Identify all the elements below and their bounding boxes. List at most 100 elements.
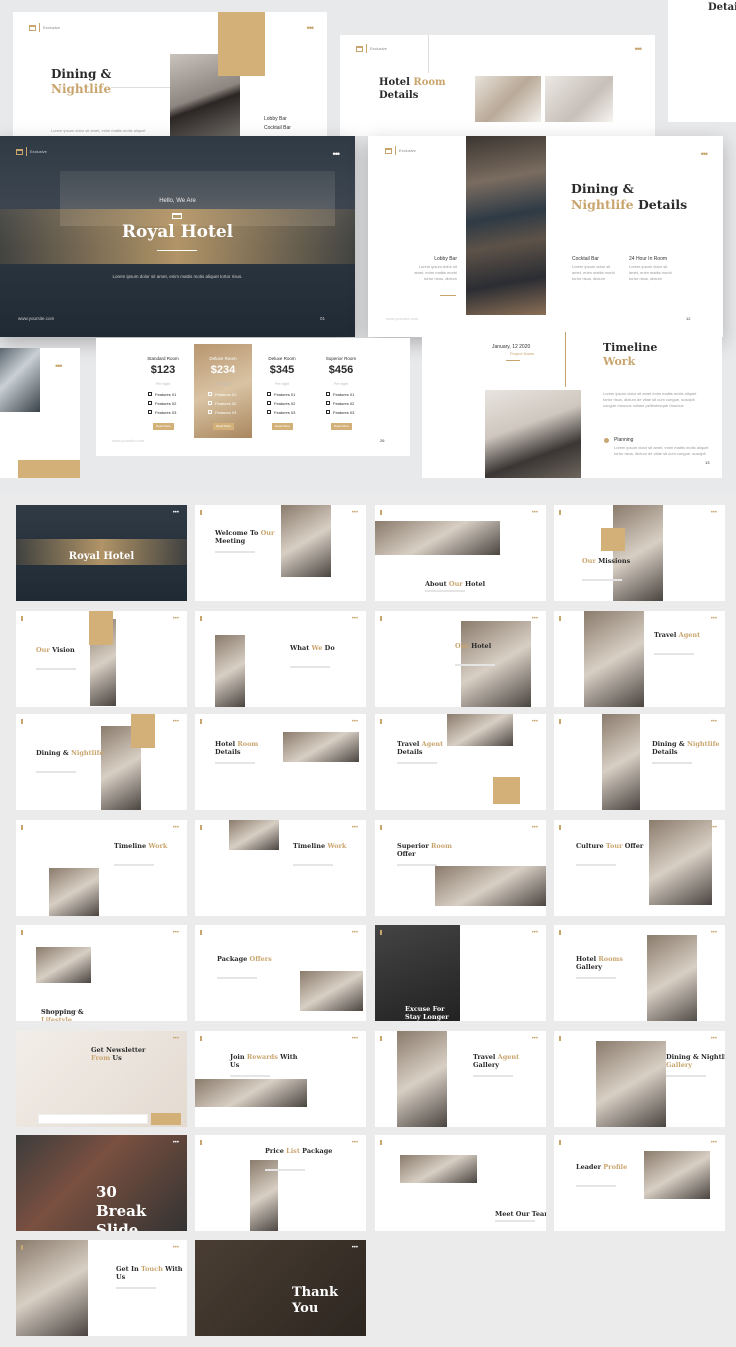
more-dots-icon[interactable]: ••• <box>711 616 717 622</box>
slide-thumbnail[interactable]: ••• About Our Hotel <box>375 505 546 601</box>
slide-thumbnail[interactable]: ••• Join Rewards With Us <box>195 1031 366 1127</box>
more-dots-icon[interactable]: ••• <box>701 150 709 159</box>
read-more-button[interactable]: Read More <box>213 423 234 430</box>
page-number: 12 <box>686 316 691 321</box>
more-dots-icon[interactable]: ••• <box>173 616 179 622</box>
read-more-button[interactable]: Read More <box>153 423 174 430</box>
slide-thumbnail[interactable]: ••• Meet Our Team <box>375 1135 546 1231</box>
subscribe-button[interactable] <box>151 1113 181 1125</box>
more-dots-icon[interactable]: ••• <box>635 45 643 54</box>
title-accent: Agent <box>497 1053 520 1061</box>
brand-text: Exclusive <box>370 46 387 51</box>
more-dots-icon[interactable]: ••• <box>711 510 717 516</box>
slide-thumbnail[interactable]: ••• Superior Room Offer <box>375 820 546 916</box>
more-dots-icon[interactable]: ••• <box>711 719 717 725</box>
slide-thumbnail[interactable]: ••• What We Do <box>195 611 366 707</box>
more-dots-icon[interactable]: ••• <box>173 1036 179 1042</box>
slide-thumbnail[interactable]: ••• Get Newsletter From Us <box>16 1031 187 1127</box>
more-dots-icon[interactable]: ••• <box>173 825 179 831</box>
slide-thumbnail[interactable]: ••• Royal Hotel <box>16 505 187 601</box>
slide-thumbnail[interactable]: ••• Travel Agent Details <box>375 714 546 810</box>
more-dots-icon[interactable]: ••• <box>352 719 358 725</box>
slide-thumbnail[interactable]: ••• Package Offers <box>195 925 366 1021</box>
more-dots-icon[interactable]: ••• <box>711 930 717 936</box>
room-photo <box>545 76 613 122</box>
slide-thumbnail[interactable]: ••• Hotel Room Details <box>195 714 366 810</box>
slide-thumbnail[interactable]: ••• Hotel Rooms Gallery <box>554 925 725 1021</box>
slide-thumbnail[interactable]: ••• Dining & Nightlife Details <box>554 714 725 810</box>
more-dots-icon[interactable]: ••• <box>55 362 63 371</box>
title-accent: Our <box>448 580 463 588</box>
more-dots-icon[interactable]: ••• <box>711 1036 717 1042</box>
title-part: Details <box>215 748 241 757</box>
more-dots-icon[interactable]: ••• <box>532 719 538 725</box>
more-dots-icon[interactable]: ••• <box>532 1036 538 1042</box>
read-more-button[interactable]: Read More <box>331 423 352 430</box>
slide-thumbnail[interactable]: ••• Dining & Nightlife Gallery <box>554 1031 725 1127</box>
slide-thumbnail[interactable]: ••• Travel Agent <box>554 611 725 707</box>
slide-photo <box>375 521 500 555</box>
slide-thumbnail[interactable]: ••• Timeline Work <box>195 820 366 916</box>
more-dots-icon[interactable]: ••• <box>307 24 315 33</box>
slide-thumbnail[interactable]: ••• Price List Package <box>195 1135 366 1231</box>
slide-timeline[interactable]: January, 12 2020 Project Name Timeline Wo… <box>422 330 722 478</box>
slide-thumbnail[interactable]: ••• Shopping & Lifestyle <box>16 925 187 1021</box>
more-dots-icon[interactable]: ••• <box>711 825 717 831</box>
slide-thumbnail[interactable]: ••• Our Missions <box>554 505 725 601</box>
slide-room-details[interactable]: Exclusive ••• Hotel Room Details <box>340 35 655 136</box>
more-dots-icon[interactable]: ••• <box>711 1140 717 1146</box>
slide-thumbnail[interactable]: ••• Travel Agent Gallery <box>375 1031 546 1127</box>
more-dots-icon[interactable]: ••• <box>173 1245 179 1251</box>
slide-thumbnail[interactable]: ••• 30 Break Slide <box>16 1135 187 1231</box>
slide-dining[interactable]: Exclusive ••• Dining & Nightlife Lobby Ba… <box>13 12 327 136</box>
slide-hero[interactable]: Exclusive ••• Hello, We Are Royal Hotel … <box>0 136 355 337</box>
slide-thumbnail[interactable]: ••• Timeline Work <box>16 820 187 916</box>
more-dots-icon[interactable]: ••• <box>352 1036 358 1042</box>
more-dots-icon[interactable]: ••• <box>333 150 341 159</box>
more-dots-icon[interactable]: ••• <box>173 719 179 725</box>
feature-label: Features 03 <box>274 410 296 415</box>
body-text-placeholder <box>397 864 437 866</box>
thumbnail-title: Travel Agent Details <box>397 740 467 756</box>
more-dots-icon[interactable]: ••• <box>532 1140 538 1146</box>
more-dots-icon[interactable]: ••• <box>532 616 538 622</box>
more-dots-icon[interactable]: ••• <box>352 1140 358 1146</box>
more-dots-icon[interactable]: ••• <box>352 616 358 622</box>
feature-label: Features 01 <box>215 392 237 397</box>
brand-logo <box>200 825 210 830</box>
slide-thumbnail[interactable]: ••• Dining & Nightlife <box>16 714 187 810</box>
slide-partial[interactable]: Detai <box>668 0 736 122</box>
more-dots-icon[interactable]: ••• <box>352 930 358 936</box>
slide-title: Detai <box>708 2 736 13</box>
slide-dining-details[interactable]: Exclusive ••• Dining & Nightlife Details … <box>368 136 723 337</box>
brand-logo <box>200 719 210 724</box>
body-text-placeholder <box>576 1185 616 1187</box>
email-input[interactable] <box>38 1114 148 1124</box>
slide-thumbnail[interactable]: ••• Culture Tour Offer <box>554 820 725 916</box>
more-dots-icon[interactable]: ••• <box>173 930 179 936</box>
more-dots-icon[interactable]: ••• <box>352 510 358 516</box>
slide-thumbnail[interactable]: ••• Leader Profile <box>554 1135 725 1231</box>
item-label: Cocktail Bar <box>264 125 291 131</box>
more-dots-icon[interactable]: ••• <box>532 510 538 516</box>
slide-thumbnail[interactable]: ••• Welcome To Our Meeting <box>195 505 366 601</box>
slide-pricing[interactable]: Standard Room $123 Per night Features 01 F… <box>96 338 410 456</box>
body-text-placeholder <box>495 1220 535 1222</box>
slide-thumbnail[interactable]: ••• Thank You <box>195 1240 366 1336</box>
slide-thumbnail[interactable]: ••• Our Hotel <box>375 611 546 707</box>
slide-photo <box>195 1079 307 1107</box>
slide-thumbnail[interactable]: ••• Excuse For Stay Longer <box>375 925 546 1021</box>
read-more-button[interactable]: Read More <box>272 423 293 430</box>
gold-block <box>18 460 80 478</box>
hero-greeting: Hello, We Are <box>159 198 196 204</box>
slide-thumbnail[interactable]: ••• Our Vision <box>16 611 187 707</box>
more-dots-icon[interactable]: ••• <box>532 930 538 936</box>
more-dots-icon[interactable]: ••• <box>352 1245 358 1251</box>
slide-partial-left[interactable]: ••• <box>0 348 80 478</box>
more-dots-icon[interactable]: ••• <box>352 825 358 831</box>
brand-logo <box>380 1036 390 1041</box>
more-dots-icon[interactable]: ••• <box>173 1140 179 1146</box>
more-dots-icon[interactable]: ••• <box>532 825 538 831</box>
slide-thumbnail[interactable]: ••• Get In Touch With Us <box>16 1240 187 1336</box>
more-dots-icon[interactable]: ••• <box>173 510 179 516</box>
